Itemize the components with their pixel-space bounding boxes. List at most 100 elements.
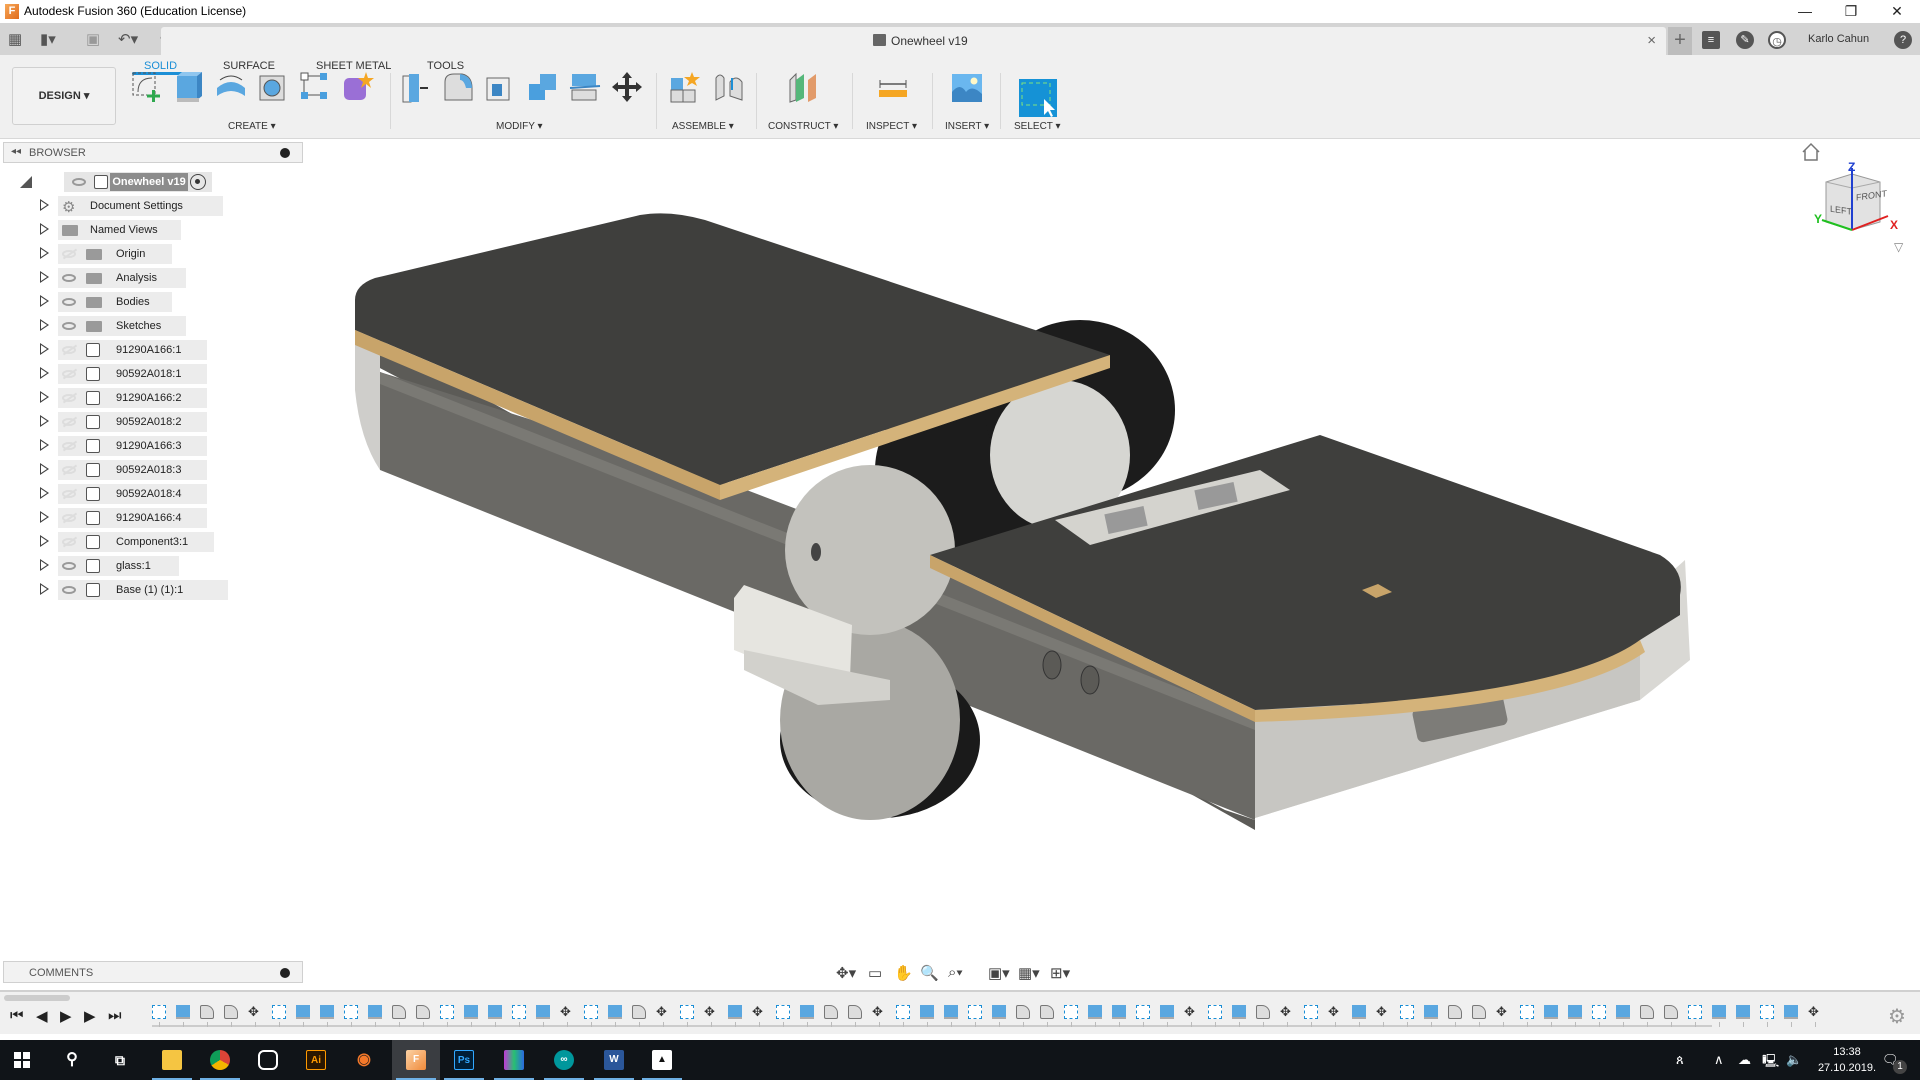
timeline-feature-fillet[interactable] bbox=[1040, 1005, 1054, 1019]
expand-arrow-icon[interactable] bbox=[40, 463, 49, 475]
visibility-hidden-icon[interactable] bbox=[62, 538, 76, 546]
grid-settings-icon[interactable]: ▦▾ bbox=[1018, 964, 1040, 982]
timeline-feature-move[interactable]: ✥ bbox=[704, 1005, 718, 1019]
history-clock-icon[interactable]: ◷ bbox=[1768, 31, 1786, 49]
timeline-feature-extrude[interactable] bbox=[1568, 1005, 1582, 1019]
timeline-feature-chamfer[interactable] bbox=[1016, 1005, 1030, 1019]
browser-tree-row[interactable]: 91290A166:1 bbox=[0, 340, 300, 360]
orbit-icon[interactable]: ✥▾ bbox=[836, 964, 856, 982]
visibility-hidden-icon[interactable] bbox=[62, 418, 76, 426]
collapse-browser-icon[interactable]: ◂◂ bbox=[11, 146, 21, 157]
timeline-scrollbar[interactable] bbox=[4, 995, 70, 1001]
timeline-feature-sketch[interactable] bbox=[1304, 1005, 1318, 1019]
browser-tree-row[interactable]: 90592A018:4 bbox=[0, 484, 300, 504]
taskbar-fusion-360[interactable]: F bbox=[392, 1040, 440, 1080]
timeline-feature-extrude[interactable] bbox=[920, 1005, 934, 1019]
view-cube-menu-icon[interactable]: ▽ bbox=[1894, 240, 1903, 254]
hole-icon[interactable] bbox=[256, 70, 290, 104]
extrude-icon[interactable] bbox=[172, 70, 206, 104]
move-copy-icon[interactable] bbox=[610, 70, 644, 104]
browser-tree-row[interactable]: Origin bbox=[0, 244, 300, 264]
timeline-feature-extrude[interactable] bbox=[1352, 1005, 1366, 1019]
visibility-hidden-icon[interactable] bbox=[62, 442, 76, 450]
expand-arrow-icon[interactable] bbox=[40, 271, 49, 283]
timeline-feature-sketch[interactable] bbox=[1592, 1005, 1606, 1019]
timeline-feature-move[interactable]: ✥ bbox=[872, 1005, 886, 1019]
network-icon[interactable]: 🖳 bbox=[1762, 1052, 1779, 1074]
onedrive-icon[interactable]: ☁ bbox=[1738, 1052, 1751, 1068]
timeline-feature-sketch[interactable] bbox=[1520, 1005, 1534, 1019]
timeline-feature-revolve[interactable] bbox=[1784, 1005, 1798, 1019]
taskbar-app[interactable] bbox=[490, 1040, 538, 1080]
timeline-feature-chamfer[interactable] bbox=[1640, 1005, 1654, 1019]
timeline-feature-extrude[interactable] bbox=[464, 1005, 478, 1019]
browser-tree-row[interactable]: ⚙ Document Settings bbox=[0, 196, 300, 216]
timeline-feature-move[interactable]: ✥ bbox=[656, 1005, 670, 1019]
task-view-button[interactable]: ⧉ bbox=[96, 1040, 144, 1080]
timeline-feature-move[interactable]: ✥ bbox=[1808, 1005, 1822, 1019]
visibility-hidden-icon[interactable] bbox=[62, 370, 76, 378]
new-tab-button[interactable]: + bbox=[1668, 27, 1692, 55]
taskbar-photos[interactable]: ▲ bbox=[638, 1040, 686, 1080]
timeline-feature-sketch[interactable] bbox=[1208, 1005, 1222, 1019]
timeline-feature-fillet[interactable] bbox=[1472, 1005, 1486, 1019]
timeline-feature-sketch[interactable] bbox=[1136, 1005, 1150, 1019]
timeline-feature-sketch[interactable] bbox=[512, 1005, 526, 1019]
timeline-feature-extrude[interactable] bbox=[1112, 1005, 1126, 1019]
create-menu[interactable]: CREATE ▾ bbox=[228, 121, 276, 132]
browser-item[interactable]: Base (1) (1):1 bbox=[58, 580, 228, 600]
offset-plane-icon[interactable] bbox=[786, 70, 820, 104]
expand-arrow-icon[interactable] bbox=[40, 559, 49, 571]
browser-item[interactable]: 91290A166:1 bbox=[58, 340, 207, 360]
timeline-feature-extrude[interactable] bbox=[1232, 1005, 1246, 1019]
taskbar-photoshop[interactable]: Ps bbox=[440, 1040, 488, 1080]
visibility-hidden-icon[interactable] bbox=[62, 490, 76, 498]
expand-arrow-icon[interactable] bbox=[40, 223, 49, 235]
timeline-settings-gear-icon[interactable]: ⚙ bbox=[1888, 1004, 1906, 1029]
browser-item[interactable]: Analysis bbox=[58, 268, 186, 288]
timeline-feature-fillet[interactable] bbox=[824, 1005, 838, 1019]
timeline-feature-sketch[interactable] bbox=[584, 1005, 598, 1019]
timeline-feature-extrude[interactable] bbox=[488, 1005, 502, 1019]
taskbar-file-explorer[interactable] bbox=[148, 1040, 196, 1080]
browser-tree-row[interactable]: 91290A166:3 bbox=[0, 436, 300, 456]
volume-icon[interactable]: 🔈 bbox=[1786, 1052, 1802, 1068]
combine-icon[interactable] bbox=[526, 70, 560, 104]
play-button[interactable]: ▶ bbox=[60, 1007, 72, 1025]
pan-icon[interactable]: ✋ bbox=[894, 964, 913, 982]
press-pull-icon[interactable] bbox=[400, 70, 434, 104]
timeline-feature-fillet[interactable] bbox=[1448, 1005, 1462, 1019]
timeline-feature-sketch[interactable] bbox=[896, 1005, 910, 1019]
show-hidden-icons[interactable]: ∧ bbox=[1714, 1052, 1724, 1068]
measure-icon[interactable] bbox=[876, 70, 910, 104]
expand-arrow-icon[interactable] bbox=[40, 583, 49, 595]
browser-tree-row[interactable]: 91290A166:4 bbox=[0, 508, 300, 528]
construct-menu[interactable]: CONSTRUCT ▾ bbox=[768, 121, 838, 132]
browser-item[interactable]: 90592A018:3 bbox=[58, 460, 207, 480]
joint-icon[interactable] bbox=[712, 70, 746, 104]
create-form-icon[interactable] bbox=[340, 70, 374, 104]
insert-menu[interactable]: INSERT ▾ bbox=[945, 121, 989, 132]
restore-button[interactable]: ❐ bbox=[1828, 0, 1874, 23]
people-icon[interactable]: ጰ bbox=[1676, 1052, 1684, 1068]
visibility-hidden-icon[interactable] bbox=[62, 394, 76, 402]
modify-menu[interactable]: MODIFY ▾ bbox=[496, 121, 543, 132]
timeline-feature-extrude[interactable] bbox=[992, 1005, 1006, 1019]
expand-arrow-icon[interactable] bbox=[40, 487, 49, 499]
timeline-feature-revolve[interactable] bbox=[536, 1005, 550, 1019]
browser-tree-row[interactable]: Component3:1 bbox=[0, 532, 300, 552]
assemble-menu[interactable]: ASSEMBLE ▾ bbox=[672, 121, 734, 132]
expand-arrow-icon[interactable] bbox=[40, 295, 49, 307]
expand-arrow-icon[interactable] bbox=[40, 367, 49, 379]
step-back-button[interactable]: ◀ bbox=[36, 1007, 48, 1025]
timeline-feature-chamfer[interactable] bbox=[392, 1005, 406, 1019]
timeline-feature-extrude[interactable] bbox=[1736, 1005, 1750, 1019]
fit-icon[interactable]: ⌕▾ bbox=[948, 964, 963, 981]
browser-item[interactable]: 90592A018:1 bbox=[58, 364, 207, 384]
timeline-feature-extrude[interactable] bbox=[296, 1005, 310, 1019]
browser-item[interactable]: glass:1 bbox=[58, 556, 179, 576]
browser-item[interactable]: Component3:1 bbox=[58, 532, 214, 552]
document-tab[interactable]: Onewheel v19 × bbox=[161, 27, 1666, 55]
timeline-feature-sketch[interactable] bbox=[968, 1005, 982, 1019]
viewports-icon[interactable]: ⊞▾ bbox=[1050, 964, 1070, 982]
